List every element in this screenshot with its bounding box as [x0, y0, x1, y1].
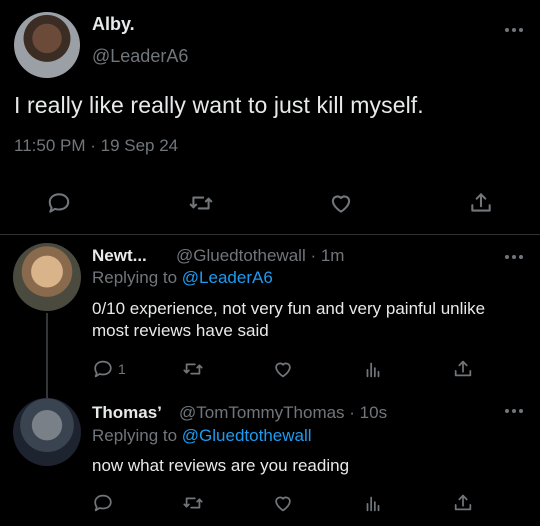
- bar-chart-icon[interactable]: [362, 358, 384, 380]
- handle[interactable]: @LeaderA6: [92, 46, 188, 67]
- more-dots-icon[interactable]: [503, 253, 525, 261]
- replying-to: Replying to @Gluedtothewall: [92, 426, 312, 446]
- replying-to: Replying to @LeaderA6: [92, 268, 273, 288]
- handle-and-time[interactable]: @Gluedtothewall · 1m: [176, 246, 344, 266]
- display-name[interactable]: Alby.: [92, 14, 135, 35]
- heart-icon[interactable]: [272, 492, 294, 514]
- more-dots-icon[interactable]: [503, 26, 525, 34]
- retweet-icon[interactable]: [182, 492, 204, 514]
- thread-line: [46, 313, 48, 399]
- divider: [0, 234, 540, 235]
- avatar[interactable]: [13, 243, 81, 311]
- replying-prefix: Replying to: [92, 268, 178, 287]
- retweet-icon[interactable]: [188, 190, 214, 216]
- avatar[interactable]: [14, 12, 80, 78]
- reply-text: 0/10 experience, not very fun and very p…: [92, 299, 486, 340]
- replying-to-link[interactable]: @LeaderA6: [182, 268, 273, 287]
- tweet-text: I really like really want to just kill m…: [14, 92, 424, 118]
- speech-bubble-icon[interactable]: [46, 190, 72, 216]
- avatar[interactable]: [13, 398, 81, 466]
- replying-to-link[interactable]: @Gluedtothewall: [182, 426, 312, 445]
- share-icon[interactable]: [452, 358, 474, 380]
- display-name[interactable]: Newt...: [92, 246, 147, 266]
- more-dots-icon[interactable]: [503, 407, 525, 415]
- replying-prefix: Replying to: [92, 426, 178, 445]
- heart-icon[interactable]: [272, 358, 294, 380]
- heart-icon[interactable]: [328, 190, 354, 216]
- speech-bubble-icon[interactable]: [92, 358, 114, 380]
- reply-text: now what reviews are you reading: [92, 456, 350, 475]
- bar-chart-icon[interactable]: [362, 492, 384, 514]
- share-icon[interactable]: [468, 190, 494, 216]
- reply-count: 1: [118, 361, 126, 377]
- share-icon[interactable]: [452, 492, 474, 514]
- retweet-icon[interactable]: [182, 358, 204, 380]
- timestamp[interactable]: 11:50 PM · 19 Sep 24: [14, 136, 178, 156]
- handle-and-time[interactable]: @TomTommyThomas · 10s: [179, 403, 387, 423]
- speech-bubble-icon[interactable]: [92, 492, 114, 514]
- display-name[interactable]: Thomas’: [92, 403, 162, 423]
